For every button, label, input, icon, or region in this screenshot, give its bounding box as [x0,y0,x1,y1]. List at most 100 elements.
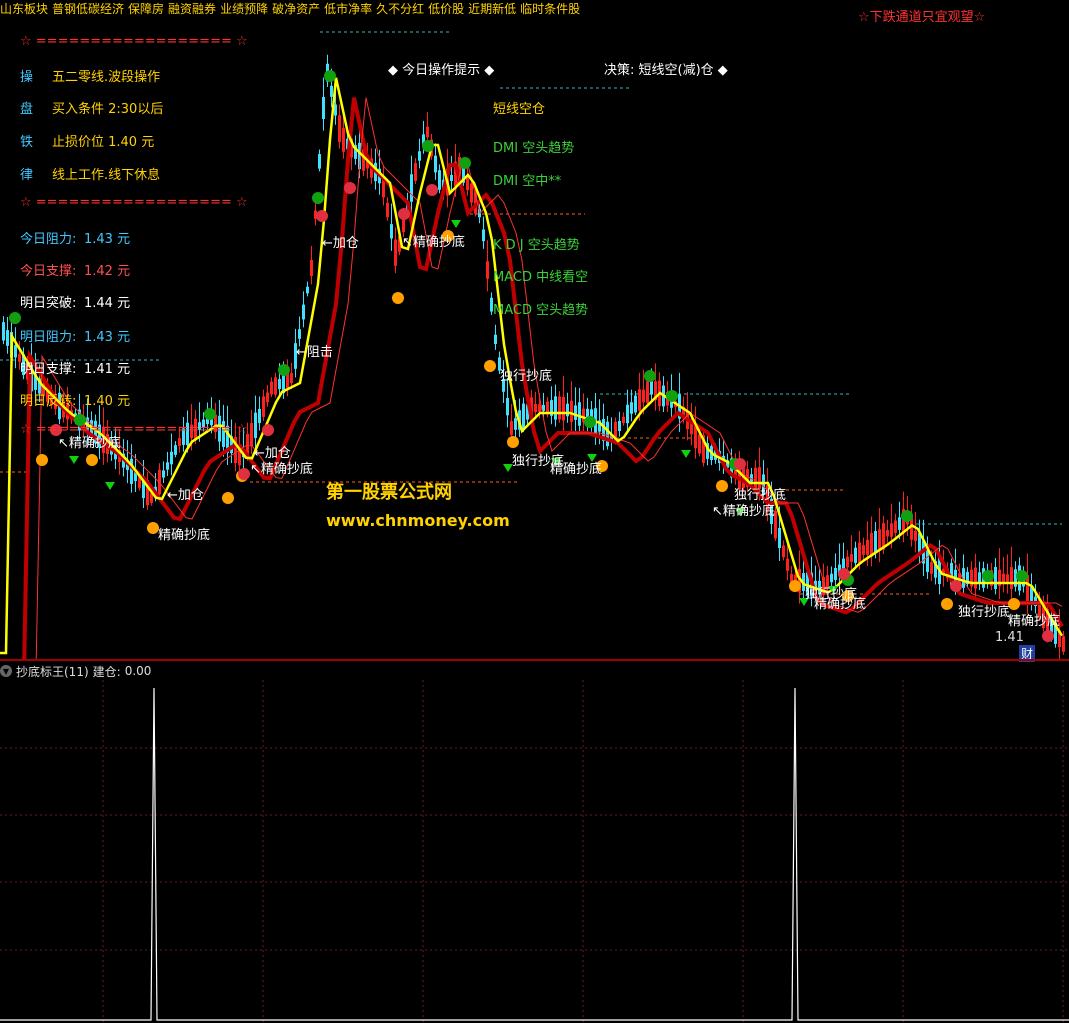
candle-body [426,126,429,138]
candle-body [306,286,309,294]
block-label: ←阻击 [296,345,333,360]
rule-key: 操 [20,70,34,85]
sector-tag[interactable]: 山东板块 [0,0,48,18]
candle-body [2,322,5,341]
divider-top: ☆ ================== ☆ [20,34,248,49]
level-label: 明日阻力: [20,330,77,345]
candle-body [470,183,473,203]
candle-body [646,381,649,403]
candle-body [1010,567,1013,589]
more-marker [398,208,410,220]
candle-body [298,329,301,339]
add-position-label: ←加仓 [167,488,204,503]
candle-body [258,408,261,424]
candle-body [830,573,833,583]
candle-body [862,545,865,555]
candle-body [574,405,577,420]
level-value: 1.43 元 [84,330,131,345]
candle-body [558,396,561,420]
candle-body [266,392,269,403]
candle-body [638,389,641,411]
candle-body [174,445,177,455]
empty-marker [982,570,994,582]
candle-body [330,85,333,97]
candle-body [450,174,453,182]
sector-tag[interactable]: 低市净率 [324,0,372,18]
panel-divider [0,659,1069,661]
candle-body [854,547,857,563]
candle-body [1006,574,1009,582]
buy-marker [716,480,728,492]
indicator-chart[interactable] [0,680,1069,1023]
empty-marker [1016,570,1028,582]
candle-body [870,532,873,557]
sector-tag[interactable]: 近期新低 [468,0,516,18]
sector-tag[interactable]: 保障房 [128,0,164,18]
candle-body [846,556,849,568]
hint-title: ◆ 今日操作提示 ◆ [388,63,495,78]
candle-body [434,155,437,173]
indicator-header[interactable]: ▼ 抄底标王(11) 建仓: 0.00 [0,662,151,680]
candle-body [162,470,165,478]
candle-body [494,334,497,344]
candle-body [414,163,417,181]
candle-body [858,542,861,563]
solo-bottom-label: 独行抄底 [500,369,553,384]
signal-line: K D J 空头趋势 [493,238,580,253]
indicator-field: 建仓: [92,664,121,679]
candle-body [650,381,653,395]
sector-tag[interactable]: 临时条件股 [520,0,580,18]
level-label: 今日支撑: [20,264,77,279]
precise-bottom-label: 精确抄底 [814,597,867,612]
candle-body [394,239,397,266]
candle-body [778,527,781,549]
sector-tag[interactable]: 业绩预降 [220,0,268,18]
chevron-down-icon[interactable]: ▼ [0,665,12,677]
level-label: 明日支撑: [20,362,77,377]
candle-body [626,404,629,424]
signal-line: 短线空仓 [493,102,546,117]
empty-marker [459,157,471,169]
candle-body [930,562,933,574]
candle-body [514,418,517,430]
sector-tag[interactable]: 久不分红 [376,0,424,18]
candle-body [606,421,609,447]
rule-key: 铁 [20,135,34,150]
candle-body [630,402,633,414]
candle-body [782,545,785,558]
candle-body [634,395,637,413]
candlestick-chart[interactable]: ☆ ================== ☆ 操 五二零线.波段操作 盘 买入条… [0,18,1069,662]
candle-body [1062,636,1065,652]
candle-body [6,330,9,346]
candle-body [386,202,389,218]
candle-body [166,462,169,470]
more-marker [1042,630,1054,642]
rule-text: 线上工作.线下休息 [52,168,161,183]
precise-bottom-label: 精确抄底 [1008,614,1061,629]
sell-marker [451,220,461,228]
sell-marker [681,450,691,458]
sector-tag[interactable]: 低价股 [428,0,464,18]
candle-body [418,151,421,161]
buy-marker [222,492,234,504]
buy-marker [392,292,404,304]
level-value: 1.40 元 [84,394,131,409]
candle-body [254,412,257,439]
candle-body [410,174,413,202]
more-marker [838,568,850,580]
candle-body [486,261,489,279]
candle-body [342,128,345,152]
sell-marker [105,482,115,490]
candle-body [866,539,869,555]
last-price-label: 1.41 [995,630,1024,645]
candle-body [382,179,385,198]
candle-body [290,373,293,383]
empty-marker [584,416,596,428]
sector-tag[interactable]: 普钢低碳经济 [52,0,124,18]
add-position-label: ←加仓 [322,236,359,251]
candle-body [886,529,889,537]
sector-tag[interactable]: 破净资产 [272,0,320,18]
sector-tag[interactable]: 融资融券 [168,0,216,18]
candle-body [322,96,325,120]
empty-marker [204,408,216,420]
